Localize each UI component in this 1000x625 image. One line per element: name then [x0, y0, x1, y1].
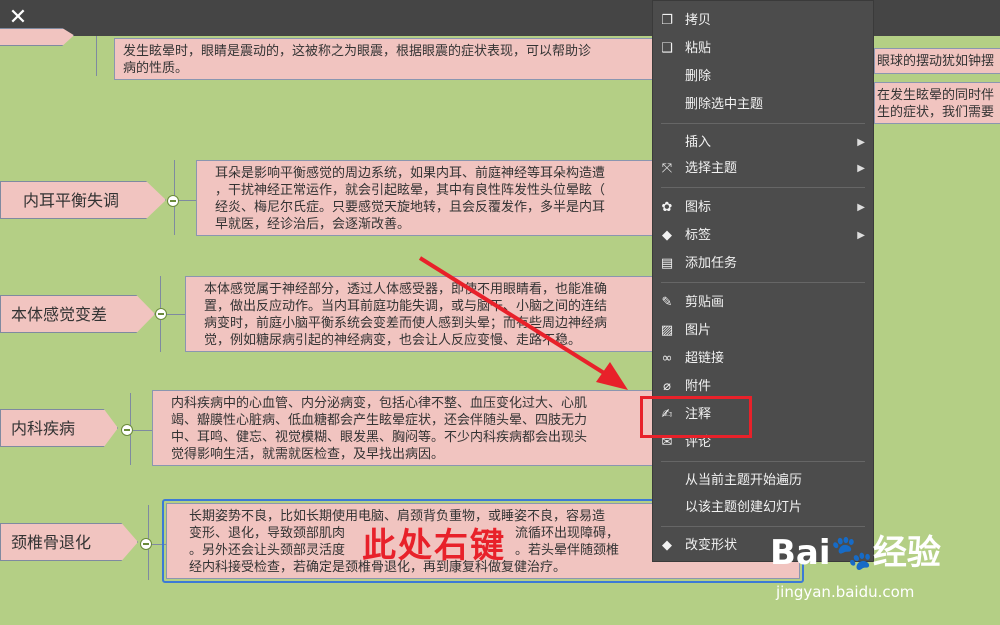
shape-icon: ◆ — [662, 538, 672, 553]
select-topic-icon: ⤧ — [661, 161, 673, 176]
tag-icon: ◆ — [662, 228, 672, 243]
clipart-icon: ✎ — [661, 295, 673, 310]
menu-item-insert[interactable]: 插入 ▶ — [653, 131, 873, 155]
menu-item-clipart[interactable]: ✎ 剪贴画 — [653, 291, 873, 315]
submenu-arrow-icon: ▶ — [857, 163, 865, 174]
menu-separator — [661, 123, 865, 124]
link-icon: ∞ — [661, 351, 673, 366]
menu-separator — [661, 187, 865, 188]
attachment-icon: ⌀ — [663, 379, 671, 394]
menu-item-create-slide[interactable]: 以该主题创建幻灯片 — [653, 496, 873, 520]
menu-item-icon[interactable]: ✿ 图标 ▶ — [653, 196, 873, 220]
star-icon: ✿ — [661, 200, 673, 215]
menu-separator — [661, 461, 865, 462]
menu-item-select-topic[interactable]: ⤧ 选择主题 ▶ — [653, 157, 873, 181]
watermark-logo: Bai🐾经验 — [770, 533, 941, 573]
copy-icon: ❐ — [661, 13, 673, 28]
menu-item-delete-selected[interactable]: 删除选中主题 — [653, 93, 873, 117]
menu-item-image[interactable]: ▨ 图片 — [653, 319, 873, 343]
menu-separator — [661, 282, 865, 283]
submenu-arrow-icon: ▶ — [857, 137, 865, 148]
watermark-url: jingyan.baidu.com — [776, 583, 915, 601]
paste-icon: ❑ — [661, 41, 673, 56]
submenu-arrow-icon: ▶ — [857, 202, 865, 213]
context-menu: ❐ 拷贝 ❑ 粘贴 删除 删除选中主题 插入 ▶ ⤧ 选择主题 ▶ ✿ 图标 ▶ ◆ 标签 ▶ ▤… — [652, 0, 874, 562]
menu-item-copy[interactable]: ❐ 拷贝 — [653, 9, 873, 33]
annotation-text: 此处右键 — [362, 526, 506, 566]
menu-item-tag[interactable]: ◆ 标签 ▶ — [653, 224, 873, 248]
menu-item-traverse[interactable]: 从当前主题开始遍历 — [653, 469, 873, 493]
menu-item-add-task[interactable]: ▤ 添加任务 — [653, 252, 873, 276]
menu-item-delete[interactable]: 删除 — [653, 65, 873, 89]
menu-item-hyperlink[interactable]: ∞ 超链接 — [653, 347, 873, 371]
image-icon: ▨ — [660, 323, 674, 338]
menu-item-paste[interactable]: ❑ 粘贴 — [653, 37, 873, 61]
task-icon: ▤ — [660, 256, 674, 271]
submenu-arrow-icon: ▶ — [857, 230, 865, 241]
highlight-box — [640, 396, 752, 438]
